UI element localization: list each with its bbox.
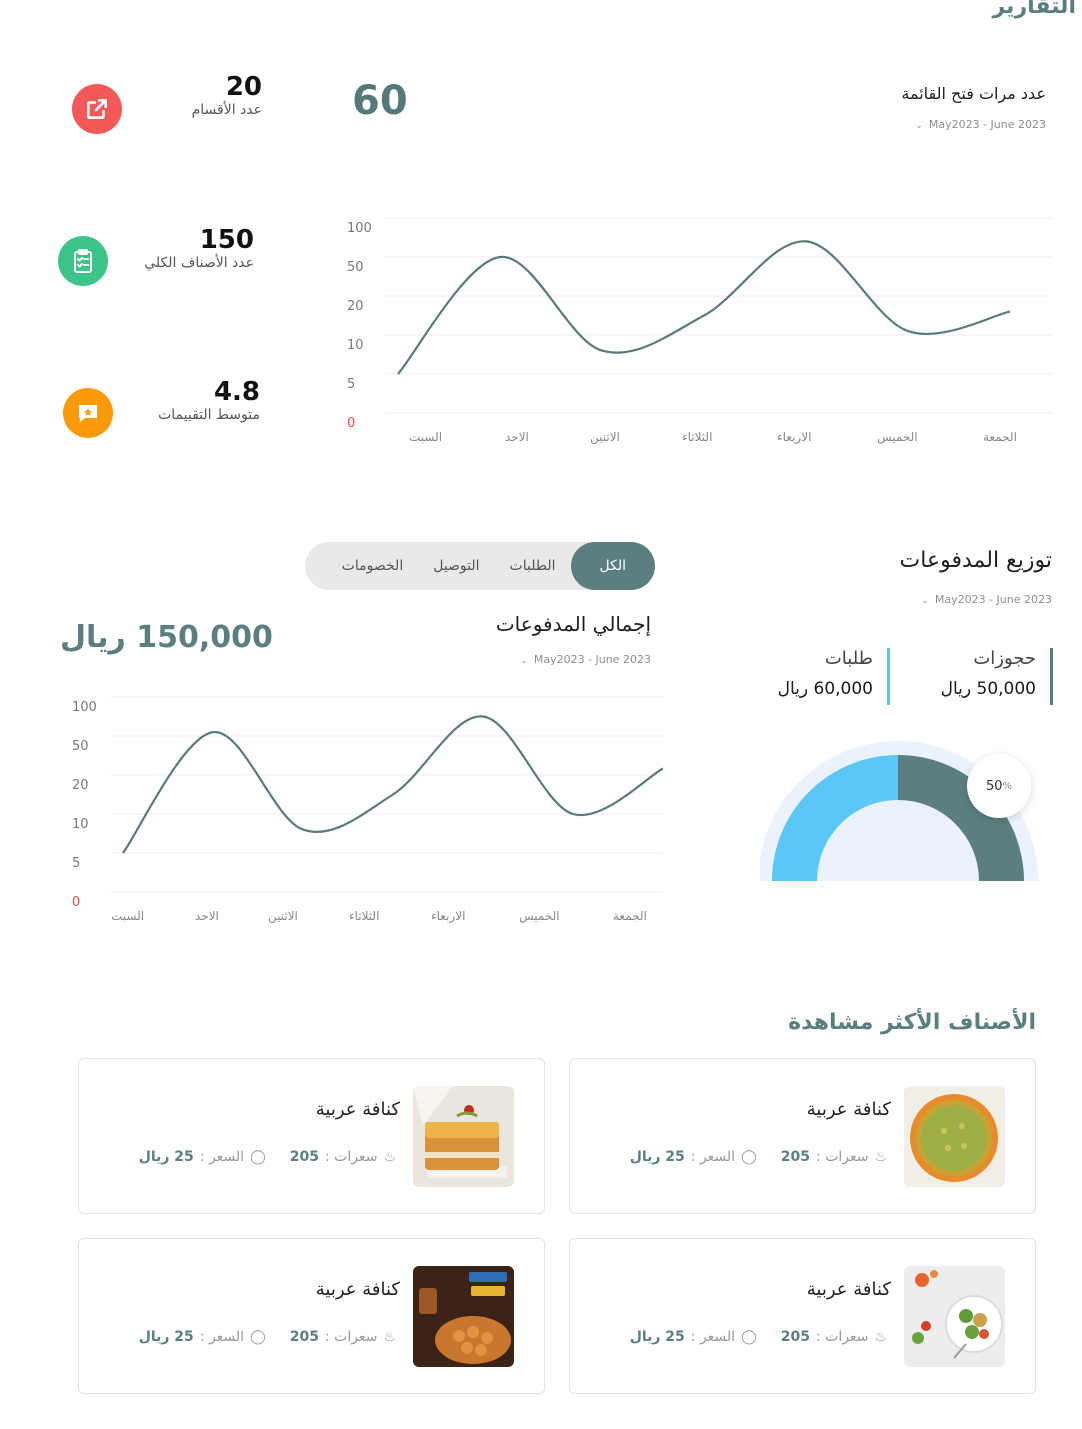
- line-chart-svg: [110, 696, 664, 893]
- distribution-amount: 60,000 ريال: [777, 679, 873, 699]
- item-name: كنافة عربية: [806, 1279, 891, 1300]
- x-tick: الثلاثاء: [349, 909, 380, 923]
- price-label: السعر: [208, 1149, 245, 1165]
- caramel-sweets-image: [413, 1266, 514, 1367]
- calories-label: سعرات: [825, 1329, 869, 1345]
- y-tick: 5: [72, 856, 81, 871]
- price-tag-icon: ◯: [250, 1149, 266, 1165]
- x-tick: الجمعة: [983, 430, 1017, 444]
- item-meta: ♨ سعرات : 205 ◯ السعر : 25 ريال: [138, 1149, 396, 1165]
- price-label: السعر: [699, 1329, 736, 1345]
- calories-value: 205: [289, 1329, 319, 1345]
- item-meta: ♨ سعرات : 205 ◯ السعر : 25 ريال: [629, 1329, 887, 1345]
- kunafa-image: [904, 1086, 1005, 1187]
- flame-icon: ♨: [383, 1149, 396, 1165]
- calories-value: 205: [780, 1149, 810, 1165]
- flame-icon: ♨: [874, 1149, 887, 1165]
- x-tick: الاثنين: [268, 909, 298, 923]
- kunafa-image: [413, 1086, 514, 1187]
- item-meta: ♨ سعرات : 205 ◯ السعر : 25 ريال: [138, 1329, 396, 1345]
- y-tick: 50: [72, 739, 89, 754]
- calories-value: 205: [289, 1149, 319, 1165]
- item-name: كنافة عربية: [315, 1099, 400, 1120]
- calories-value: 205: [780, 1329, 810, 1345]
- x-tick: السبت: [111, 909, 145, 923]
- y-tick: 100: [72, 700, 97, 715]
- price-tag-icon: ◯: [741, 1149, 757, 1165]
- x-tick: الجمعة: [613, 909, 647, 923]
- flame-icon: ♨: [383, 1329, 396, 1345]
- item-card[interactable]: كنافة عربية ♨ سعرات : 205 ◯ السعر : 25 ر…: [569, 1238, 1036, 1394]
- calories-label: سعرات: [334, 1329, 378, 1345]
- distribution-amount: 50,000 ريال: [940, 679, 1036, 699]
- date-range-label: May2023 - June 2023: [934, 593, 1052, 606]
- price-value: 25 ريال: [138, 1329, 194, 1345]
- y-tick: 0: [72, 895, 81, 910]
- x-tick: الاحد: [195, 909, 219, 923]
- x-tick: الخميس: [877, 430, 918, 444]
- price-value: 25 ريال: [138, 1149, 194, 1165]
- calories-label: سعرات: [334, 1149, 378, 1165]
- item-card[interactable]: كنافة عربية ♨ سعرات : 205 ◯ السعر : 25 ر…: [78, 1058, 545, 1214]
- item-card[interactable]: كنافة عربية ♨ سعرات : 205 ◯ السعر : 25 ر…: [569, 1058, 1036, 1214]
- item-name: كنافة عربية: [806, 1099, 891, 1120]
- price-value: 25 ريال: [629, 1149, 685, 1165]
- price-tag-icon: ◯: [250, 1329, 266, 1345]
- distribution-label: طلبات: [824, 648, 873, 669]
- percent-badge: 50%: [967, 754, 1031, 818]
- price-label: السعر: [699, 1149, 736, 1165]
- y-tick: 20: [72, 778, 89, 793]
- percent-value: 50: [985, 778, 1003, 794]
- percent-sign: %: [1002, 780, 1013, 792]
- item-card[interactable]: كنافة عربية ♨ سعرات : 205 ◯ السعر : 25 ر…: [78, 1238, 545, 1394]
- price-value: 25 ريال: [629, 1329, 685, 1345]
- series-line: [122, 715, 664, 854]
- price-label: السعر: [208, 1329, 245, 1345]
- chevron-down-icon: ⌄: [921, 596, 929, 606]
- x-tick: الاربعاء: [431, 909, 466, 923]
- item-name: كنافة عربية: [315, 1279, 400, 1300]
- y-tick: 10: [72, 817, 89, 832]
- most-viewed-title: الأصناف الأكثر مشاهدة: [788, 1010, 1036, 1035]
- calories-label: سعرات: [825, 1149, 869, 1165]
- distribution-title: توزيع المدفوعات: [899, 548, 1052, 573]
- item-meta: ♨ سعرات : 205 ◯ السعر : 25 ريال: [629, 1149, 887, 1165]
- payments-line-chart: 100 50 20 10 5 0 السبت الاحد الاثنين الث…: [0, 0, 700, 940]
- price-tag-icon: ◯: [741, 1329, 757, 1345]
- distribution-orders: طلبات 60,000 ريال: [760, 648, 890, 705]
- distribution-label: حجوزات: [973, 648, 1036, 669]
- distribution-bookings: حجوزات 50,000 ريال: [913, 648, 1053, 705]
- x-tick: الخميس: [519, 909, 560, 923]
- flame-icon: ♨: [874, 1329, 887, 1345]
- salad-image: [904, 1266, 1005, 1367]
- x-tick: الاربعاء: [777, 430, 812, 444]
- distribution-date-filter[interactable]: ⌄ May2023 - June 2023: [921, 593, 1052, 606]
